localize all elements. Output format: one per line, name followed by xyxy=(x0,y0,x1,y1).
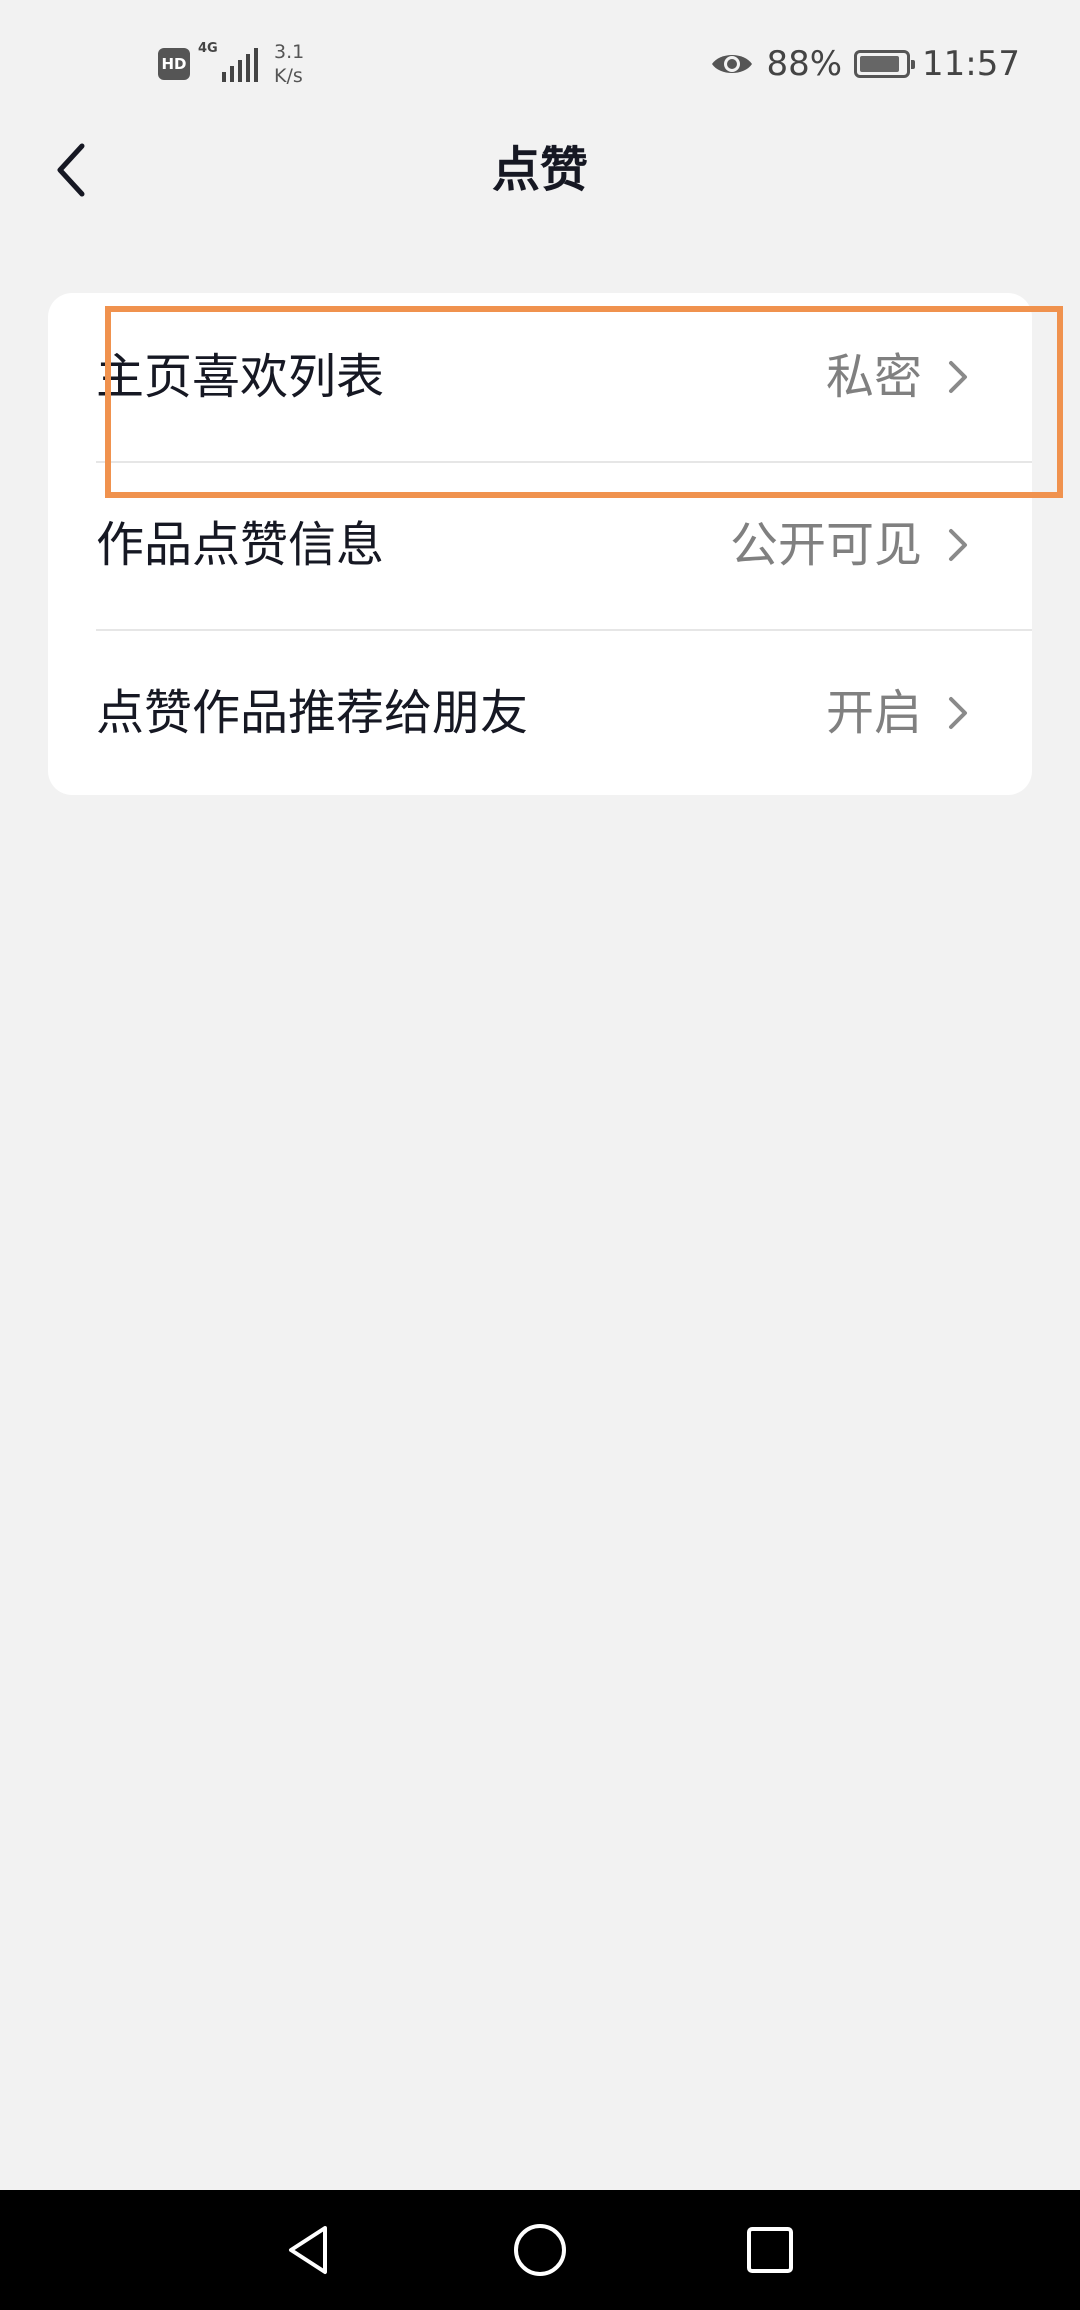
setting-value: 公开可见 xyxy=(729,517,922,573)
header: 点赞 xyxy=(0,120,1080,220)
setting-row-homepage-likes[interactable]: 主页喜欢列表 私密 xyxy=(48,293,1032,461)
triangle-back-icon xyxy=(289,2226,327,2274)
square-recents-icon xyxy=(747,2227,793,2273)
page-title: 点赞 xyxy=(491,142,588,198)
nav-home-button[interactable] xyxy=(510,2220,570,2280)
nav-back-button[interactable] xyxy=(278,2220,338,2280)
setting-label: 点赞作品推荐给朋友 xyxy=(96,685,529,741)
setting-row-recommend-liked-works[interactable]: 点赞作品推荐给朋友 开启 xyxy=(48,629,1032,795)
eye-icon xyxy=(710,49,754,79)
battery-fill xyxy=(860,56,899,72)
speed-value: 3.1 xyxy=(274,41,305,63)
battery-icon xyxy=(854,50,916,78)
status-right: 88% 11:57 xyxy=(710,38,1020,90)
hd-icon: HD xyxy=(158,48,190,80)
network-type: 4G xyxy=(198,41,218,56)
speed-unit: K/s xyxy=(274,65,303,87)
setting-row-work-like-info[interactable]: 作品点赞信息 公开可见 xyxy=(48,461,1032,629)
chevron-right-icon xyxy=(949,529,967,561)
status-left: HD 4G 3.1 K/s xyxy=(158,38,304,90)
clock: 11:57 xyxy=(922,44,1020,84)
setting-value: 开启 xyxy=(825,685,922,741)
nav-recents-button[interactable] xyxy=(740,2220,800,2280)
setting-label: 作品点赞信息 xyxy=(96,517,385,573)
status-bar: HD 4G 3.1 K/s 88% 11:57 xyxy=(0,0,1080,120)
chevron-right-icon xyxy=(949,361,967,393)
setting-label: 主页喜欢列表 xyxy=(96,349,385,405)
settings-card: 主页喜欢列表 私密 作品点赞信息 公开可见 点赞作品推荐给朋友 开启 xyxy=(48,293,1032,795)
network-speed: 3.1 K/s xyxy=(274,40,304,88)
signal-icon: 4G xyxy=(198,42,258,82)
navigation-bar xyxy=(0,2190,1080,2310)
battery-percent: 88% xyxy=(766,44,843,84)
setting-value: 私密 xyxy=(825,349,922,405)
chevron-right-icon xyxy=(949,697,967,729)
circle-home-icon xyxy=(514,2224,566,2276)
